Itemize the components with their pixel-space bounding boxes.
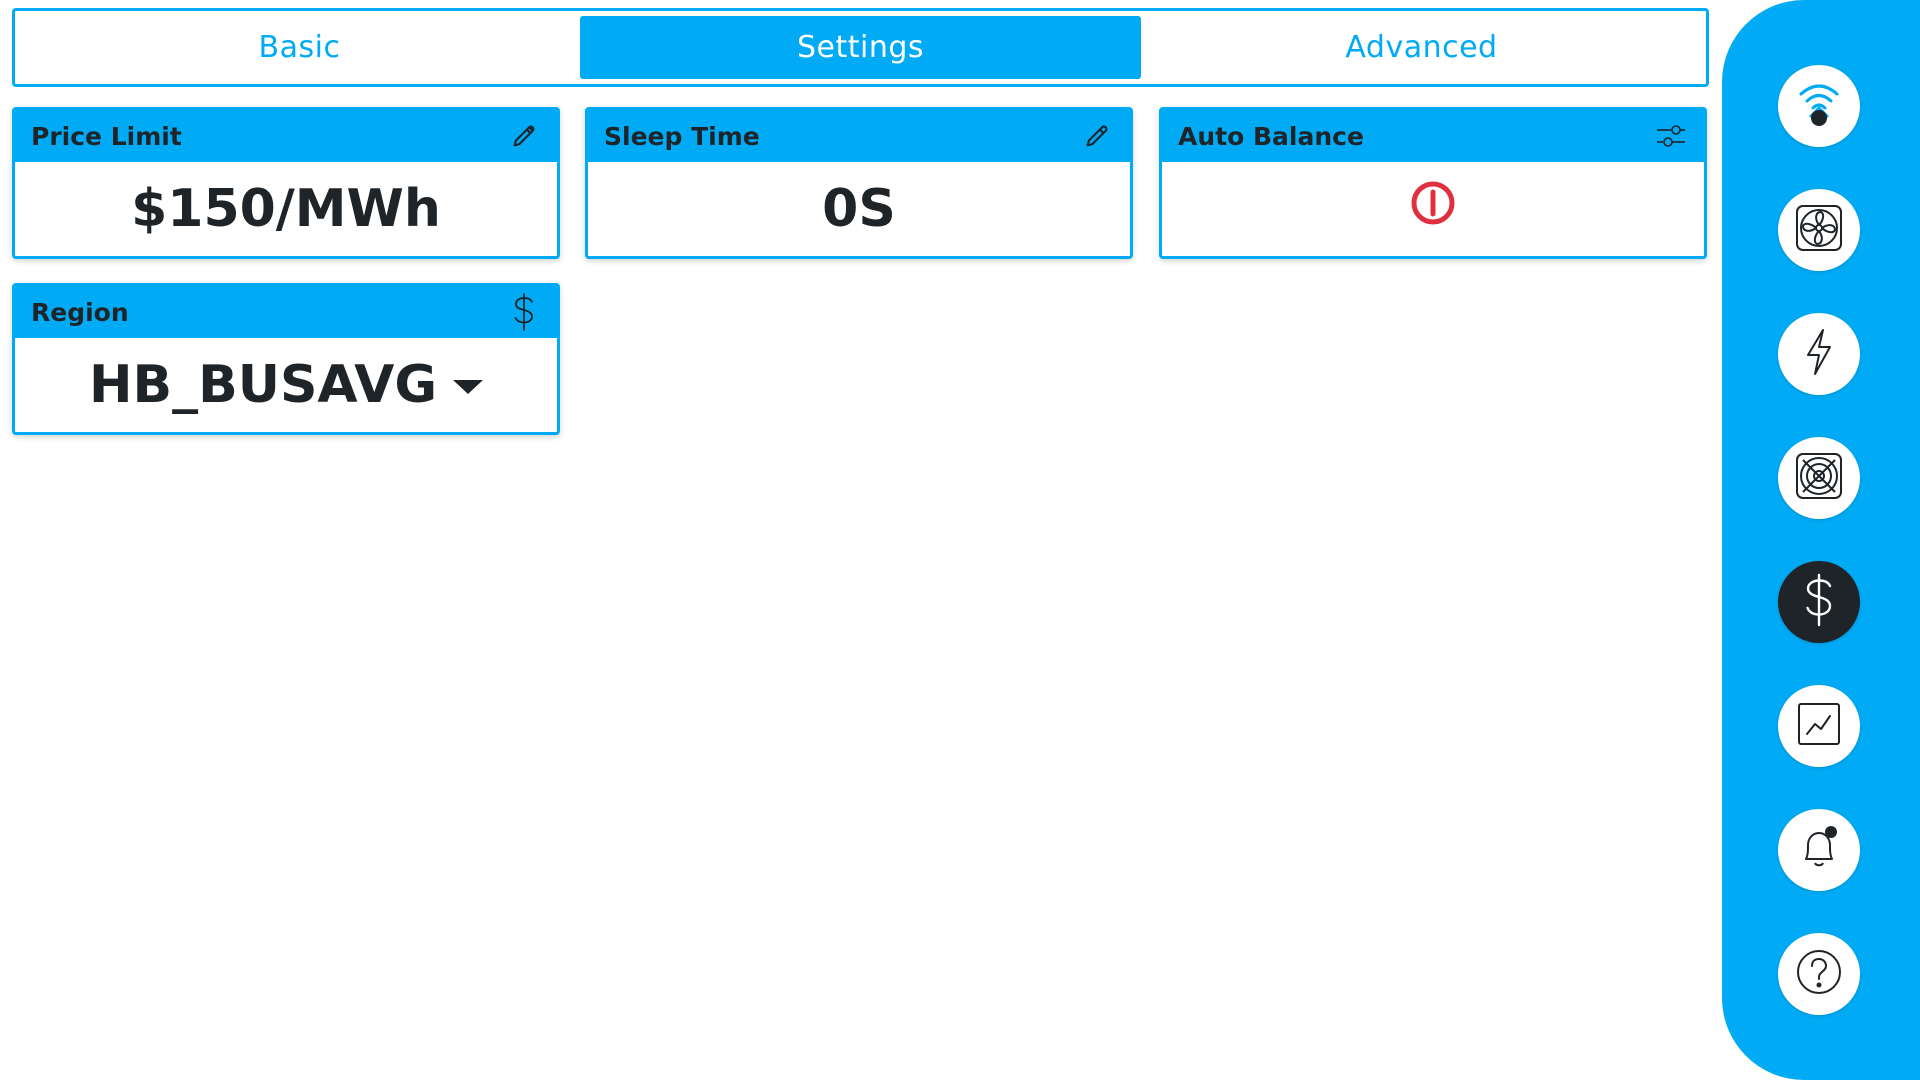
sleep-time-title: Sleep Time	[604, 121, 760, 151]
auto-balance-card: Auto Balance	[1159, 107, 1707, 259]
sleep-time-value[interactable]: 0S	[588, 162, 1130, 256]
tab-bar: Basic Settings Advanced	[12, 8, 1709, 87]
chevron-down-icon[interactable]	[453, 380, 484, 394]
fan-icon	[1794, 203, 1844, 257]
price-limit-title: Price Limit	[31, 121, 182, 151]
help-icon	[1795, 948, 1843, 1000]
pencil-icon[interactable]	[1080, 119, 1114, 153]
sleep-time-card: Sleep Time 0S	[585, 107, 1133, 259]
dollar-icon	[507, 293, 541, 331]
lightning-icon	[1799, 327, 1839, 381]
sliders-icon[interactable]	[1654, 119, 1688, 153]
wifi-device-icon	[1794, 76, 1844, 136]
region-title: Region	[31, 297, 129, 327]
sidebar-item-statistics[interactable]	[1778, 685, 1860, 767]
tab-basic[interactable]: Basic	[19, 16, 580, 79]
auto-balance-title: Auto Balance	[1178, 121, 1364, 151]
bell-notification-icon	[1794, 823, 1844, 877]
sidebar-item-pricing[interactable]	[1778, 561, 1860, 643]
pencil-icon[interactable]	[507, 119, 541, 153]
auto-balance-toggle[interactable]	[1162, 162, 1704, 256]
sidebar-item-cooling[interactable]	[1778, 437, 1860, 519]
sidebar-item-notifications[interactable]	[1778, 809, 1860, 891]
fan-grill-icon	[1794, 451, 1844, 505]
sidebar	[1722, 0, 1920, 1080]
tab-advanced[interactable]: Advanced	[1141, 16, 1702, 79]
sidebar-item-help[interactable]	[1778, 933, 1860, 1015]
sidebar-item-device[interactable]	[1778, 65, 1860, 147]
auto-balance-header: Auto Balance	[1162, 110, 1704, 162]
price-limit-header: Price Limit	[15, 110, 557, 162]
region-card: Region HB_BUSAVG	[12, 283, 560, 435]
region-selected-value: HB_BUSAVG	[88, 355, 438, 415]
sleep-time-header: Sleep Time	[588, 110, 1130, 162]
dollar-icon	[1801, 572, 1837, 632]
sidebar-item-power[interactable]	[1778, 313, 1860, 395]
region-body: HB_BUSAVG	[15, 338, 557, 432]
price-limit-card: Price Limit $150/MWh	[12, 107, 560, 259]
power-off-icon[interactable]	[1410, 179, 1456, 239]
tab-settings[interactable]: Settings	[580, 16, 1141, 79]
region-header: Region	[15, 286, 557, 338]
price-limit-value[interactable]: $150/MWh	[15, 162, 557, 256]
app-root: Basic Settings Advanced Price Limit $150…	[0, 0, 1920, 1080]
sidebar-item-fan[interactable]	[1778, 189, 1860, 271]
chart-icon	[1796, 701, 1842, 751]
region-dropdown[interactable]: HB_BUSAVG	[88, 355, 484, 415]
